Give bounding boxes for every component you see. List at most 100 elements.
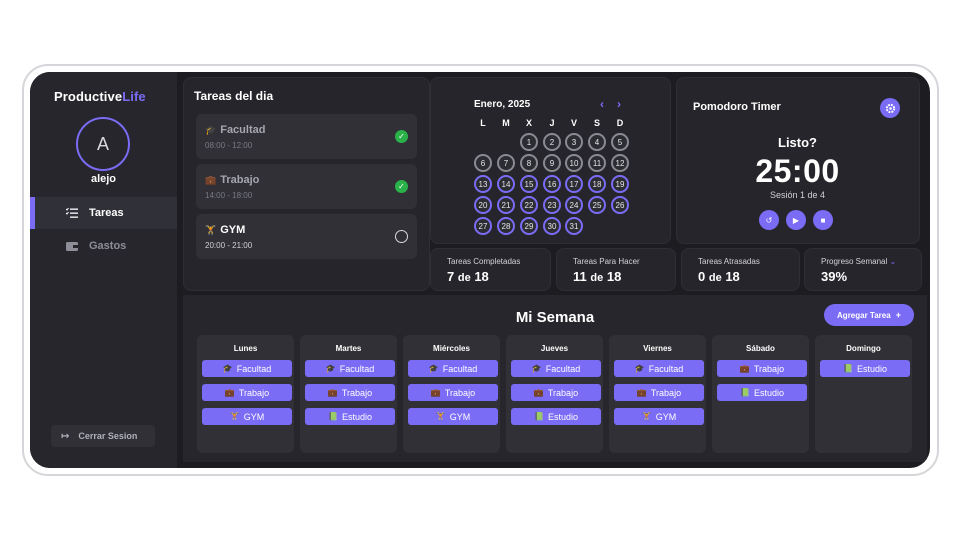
chevron-right-icon[interactable]: › <box>617 97 621 111</box>
add-task-button[interactable]: Agregar Tarea + <box>824 304 914 326</box>
stat-value: 7 de 18 <box>447 269 489 284</box>
calendar-month: Enero, 2025 <box>474 99 531 110</box>
task-chip[interactable]: 🏋 GYM <box>614 408 704 425</box>
stat-card-completed: Tareas Completadas 7 de 18 <box>430 248 551 291</box>
weekday-column: Domingo 📗 Estudio <box>815 335 912 453</box>
task-name: GYM <box>220 224 246 236</box>
task-card[interactable]: 🏋 GYM 20:00 - 21:00 <box>196 214 417 259</box>
task-card[interactable]: 💼 Trabajo 14:00 - 18:00 ✓ <box>196 164 417 209</box>
weekday-name: Domingo <box>846 344 881 353</box>
week-panel: Mi Semana Agregar Tarea + Lunes 🎓 Facultad 💼… <box>183 295 927 462</box>
logout-button[interactable]: ↦ Cerrar Sesion <box>51 425 155 447</box>
logout-icon: ↦ <box>61 430 70 442</box>
briefcase-icon: 💼 <box>430 388 441 397</box>
plus-icon: + <box>895 310 901 320</box>
calendar-day[interactable]: 7 <box>497 154 515 172</box>
weekday-name: Jueves <box>540 344 569 353</box>
task-checkbox[interactable] <box>395 230 408 243</box>
sidebar-item-tareas[interactable]: Tareas <box>30 197 177 229</box>
pomodoro-panel: Pomodoro Timer Listo? 25:00 Sesión 1 de … <box>676 77 920 244</box>
task-chip-label: Facultad <box>648 363 684 374</box>
calendar-day[interactable]: 23 <box>543 196 561 214</box>
task-chip-label: Trabajo <box>341 387 373 398</box>
task-chip[interactable]: 💼 Trabajo <box>202 384 292 401</box>
calendar-day[interactable]: 5 <box>611 133 629 151</box>
task-chip[interactable]: 💼 Trabajo <box>614 384 704 401</box>
task-chip-label: Facultad <box>442 363 478 374</box>
task-chip[interactable]: 🎓 Facultad <box>305 360 395 377</box>
task-chip-label: GYM <box>655 411 677 422</box>
task-chip[interactable]: 💼 Trabajo <box>408 384 498 401</box>
calendar-day[interactable]: 25 <box>588 196 606 214</box>
calendar-day[interactable]: 14 <box>497 175 515 193</box>
task-name: Trabajo <box>220 174 260 186</box>
checkmark-icon[interactable]: ✓ <box>395 130 408 143</box>
calendar-day[interactable]: 4 <box>588 133 606 151</box>
calendar-day[interactable]: 3 <box>565 133 583 151</box>
briefcase-icon: 💼 <box>739 364 750 373</box>
reset-button[interactable]: ↺ <box>759 210 779 230</box>
task-chip[interactable]: 🎓 Facultad <box>511 360 601 377</box>
weekday-label: V <box>570 118 577 128</box>
calendar-day[interactable]: 20 <box>474 196 492 214</box>
calendar-day[interactable]: 27 <box>474 217 492 235</box>
weekday-column: Sábado 💼 Trabajo 📗 Estudio <box>712 335 809 453</box>
calendar-day[interactable]: 9 <box>543 154 561 172</box>
calendar-day[interactable]: 1 <box>520 133 538 151</box>
stat-card-weekly-progress[interactable]: Progreso Semanal ⌄ 39% <box>804 248 922 291</box>
calendar-day[interactable]: 16 <box>543 175 561 193</box>
task-chip[interactable]: 📗 Estudio <box>820 360 910 377</box>
panel-title: Tareas del dia <box>194 89 274 103</box>
stop-button[interactable]: ■ <box>813 210 833 230</box>
calendar-day[interactable]: 6 <box>474 154 492 172</box>
calendar-day[interactable]: 31 <box>565 217 583 235</box>
calendar-day[interactable]: 28 <box>497 217 515 235</box>
task-chip[interactable]: 💼 Trabajo <box>305 384 395 401</box>
calendar-day[interactable]: 17 <box>565 175 583 193</box>
task-chip[interactable]: 🏋 GYM <box>202 408 292 425</box>
task-chip[interactable]: 🎓 Facultad <box>614 360 704 377</box>
task-chip-label: Facultad <box>236 363 272 374</box>
calendar-day[interactable]: 29 <box>520 217 538 235</box>
calendar-day[interactable]: 12 <box>611 154 629 172</box>
task-card[interactable]: 🎓 Facultad 08:00 - 12:00 ✓ <box>196 114 417 159</box>
weekday-column: Martes 🎓 Facultad 💼 Trabajo 📗 Estudio <box>300 335 397 453</box>
calendar-day[interactable]: 30 <box>543 217 561 235</box>
gear-icon[interactable] <box>880 98 900 118</box>
username: alejo <box>90 173 117 185</box>
calendar-day[interactable]: 22 <box>520 196 538 214</box>
task-chip[interactable]: 🎓 Facultad <box>408 360 498 377</box>
calendar-day[interactable]: 2 <box>543 133 561 151</box>
checkmark-icon[interactable]: ✓ <box>395 180 408 193</box>
task-chip[interactable]: 🏋 GYM <box>408 408 498 425</box>
task-time: 08:00 - 12:00 <box>205 141 253 150</box>
task-chip[interactable]: 📗 Estudio <box>511 408 601 425</box>
weekday-name: Lunes <box>233 344 258 353</box>
play-button[interactable]: ▶ <box>786 210 806 230</box>
calendar-day[interactable]: 10 <box>565 154 583 172</box>
calendar-day[interactable]: 21 <box>497 196 515 214</box>
task-chip[interactable]: 💼 Trabajo <box>717 360 807 377</box>
task-chip[interactable]: 📗 Estudio <box>305 408 395 425</box>
calendar-day[interactable]: 19 <box>611 175 629 193</box>
task-chip[interactable]: 🎓 Facultad <box>202 360 292 377</box>
sidebar-item-gastos[interactable]: Gastos <box>30 230 177 262</box>
graduation-cap-icon: 🎓 <box>222 364 233 373</box>
calendar-day[interactable]: 13 <box>474 175 492 193</box>
task-chip-label: GYM <box>449 411 471 422</box>
stop-icon: ■ <box>820 215 826 225</box>
avatar[interactable]: A <box>76 117 130 171</box>
calendar-day[interactable]: 24 <box>565 196 583 214</box>
weekday-column: Jueves 🎓 Facultad 💼 Trabajo 📗 Estudio <box>506 335 603 453</box>
calendar-day[interactable]: 26 <box>611 196 629 214</box>
calendar-day[interactable]: 15 <box>520 175 538 193</box>
briefcase-icon: 💼 <box>327 388 338 397</box>
chevron-left-icon[interactable]: ‹ <box>600 97 604 111</box>
panel-title: Pomodoro Timer <box>693 101 781 113</box>
task-chip[interactable]: 💼 Trabajo <box>511 384 601 401</box>
calendar-day[interactable]: 18 <box>588 175 606 193</box>
task-chip-label: Estudio <box>753 387 784 398</box>
task-chip[interactable]: 📗 Estudio <box>717 384 807 401</box>
calendar-day[interactable]: 11 <box>588 154 606 172</box>
calendar-day[interactable]: 8 <box>520 154 538 172</box>
